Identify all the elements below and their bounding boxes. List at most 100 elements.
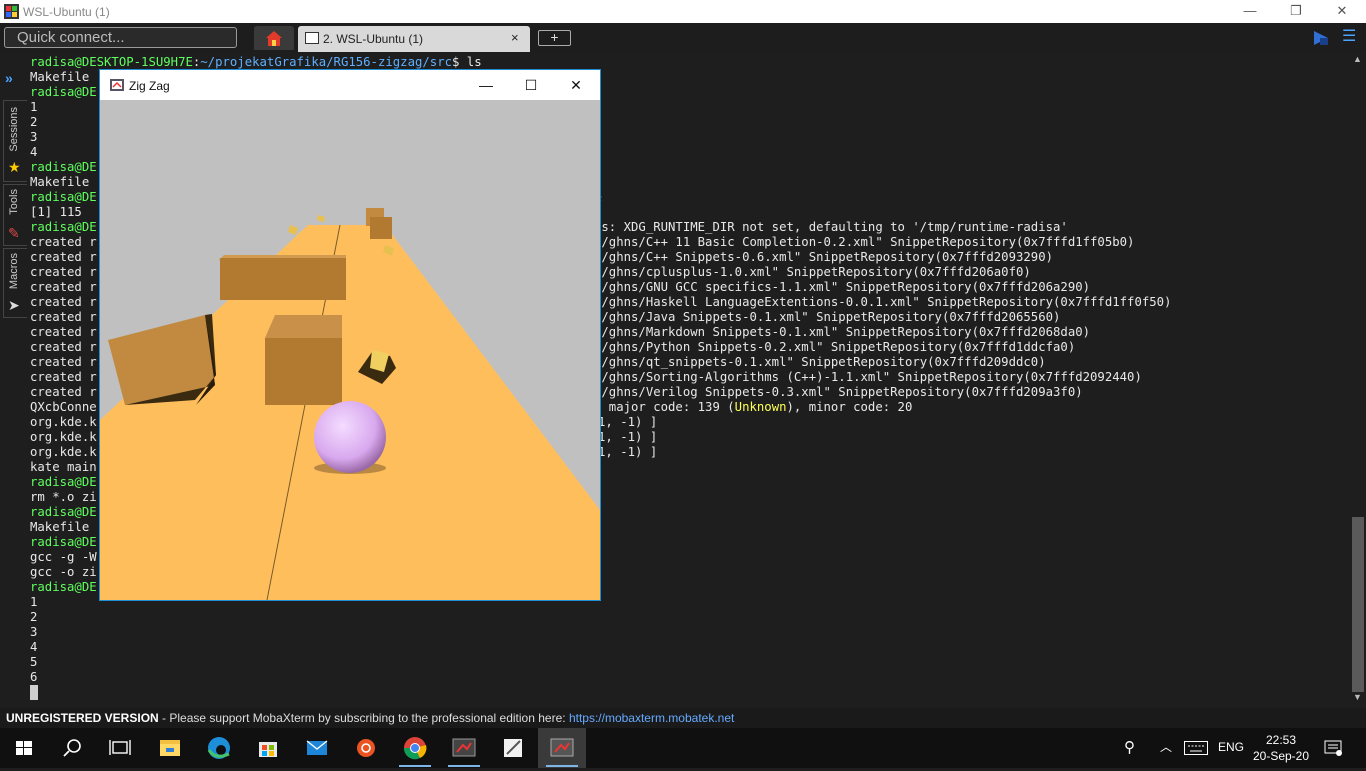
- taskbar-zigzag[interactable]: [538, 728, 586, 768]
- close-button[interactable]: ✕: [1319, 0, 1365, 23]
- game-canvas[interactable]: [100, 100, 600, 600]
- editor-icon: [504, 739, 522, 757]
- terminal-line: 5: [30, 655, 38, 669]
- unknown-label: Unknown: [734, 400, 787, 414]
- taskbar-edge[interactable]: [195, 728, 243, 768]
- terminal-cursor: _: [30, 685, 38, 700]
- clock-date: 20-Sep-20: [1252, 749, 1310, 763]
- chevron-up-icon[interactable]: ︿: [1160, 738, 1172, 755]
- sidebar-tab-label: Sessions: [8, 107, 20, 152]
- terminal-line: radisa@DE: [30, 220, 97, 234]
- terminal-icon: [305, 32, 319, 44]
- terminal-line: org.kde.k: [30, 445, 97, 459]
- taskbar-file-explorer[interactable]: [146, 728, 194, 768]
- terminal-line: radisa@DE: [30, 535, 97, 549]
- terminal-line: created r: [30, 355, 97, 369]
- scroll-down-icon[interactable]: ▼: [1353, 692, 1362, 702]
- taskbar-mobaxterm[interactable]: [440, 728, 488, 768]
- terminal-line: created r: [30, 340, 97, 354]
- terminal-line: 4: [30, 145, 38, 159]
- obstacle-box-top: [265, 315, 342, 338]
- terminal-line: s/ghns/cplusplus-1.0.xml" SnippetReposit…: [594, 265, 1031, 279]
- clock-time: 22:53: [1265, 733, 1297, 747]
- status-text: - Please support MobaXterm by subscribin…: [158, 711, 569, 725]
- terminal-line: created r: [30, 235, 97, 249]
- terminal-line: 1, -1) ]: [598, 430, 658, 444]
- mail-icon: [306, 740, 328, 755]
- terminal-line: radisa@DE: [30, 190, 97, 204]
- terminal-line: created r: [30, 280, 97, 294]
- terminal-line: ns: XDG_RUNTIME_DIR not set, defaulting …: [594, 220, 1068, 234]
- zigzag-minimize-button[interactable]: —: [464, 74, 508, 96]
- terminal-line: 1, -1) ]: [598, 445, 658, 459]
- sidebar-tab-tools[interactable]: Tools ✎: [3, 184, 27, 246]
- player-ball: [314, 401, 386, 473]
- terminal-line: 3: [30, 625, 38, 639]
- prompt-user: radisa@DESKTOP-1SU9H7E: [30, 55, 193, 69]
- terminal-line: 1: [30, 100, 38, 114]
- tab-home[interactable]: [254, 26, 294, 50]
- mobaxterm-icon: [4, 4, 19, 19]
- scrollbar-thumb[interactable]: [1352, 517, 1364, 692]
- new-tab-button[interactable]: +: [538, 30, 571, 46]
- terminal-line: 2: [30, 610, 38, 624]
- obstacle-box: [265, 338, 342, 405]
- terminal-line: 2: [30, 115, 38, 129]
- edge-icon: [207, 737, 230, 759]
- zigzag-close-button[interactable]: ✕: [554, 74, 598, 96]
- people-icon[interactable]: ⚲: [1124, 738, 1135, 756]
- tab-close-icon[interactable]: ×: [511, 30, 519, 45]
- terminal-scrollbar[interactable]: ▲ ▼: [1350, 52, 1366, 708]
- terminal-line: s/ghns/Markdown Snippets-0.1.xml" Snippe…: [594, 325, 1091, 339]
- taskbar-chrome[interactable]: [391, 728, 439, 768]
- notifications-icon[interactable]: [1324, 740, 1342, 756]
- terminal-line: created r: [30, 310, 97, 324]
- scroll-up-icon[interactable]: ▲: [1353, 54, 1362, 64]
- terminal-line: Makefile: [30, 520, 90, 534]
- sidebar-tab-sessions[interactable]: Sessions ★: [3, 100, 27, 182]
- taskbar-store[interactable]: [244, 728, 292, 768]
- terminal-line: s/ghns/qt_snippets-0.1.xml" SnippetRepos…: [594, 355, 1046, 369]
- terminal-line: Makefile: [30, 175, 90, 189]
- taskbar-ubuntu[interactable]: [342, 728, 390, 768]
- menu-icon[interactable]: ☰: [1342, 29, 1360, 47]
- task-view-button[interactable]: [96, 728, 144, 768]
- taskbar-text-editor[interactable]: [489, 728, 537, 768]
- expand-sidebar-icon[interactable]: »: [5, 70, 13, 86]
- terminal-line: s/ghns/Sorting-Algorithms (C++)-1.1.xml"…: [594, 370, 1142, 384]
- left-sidebar: » Sessions ★ Tools ✎ Macros ➤: [0, 52, 28, 708]
- zigzag-titlebar[interactable]: Zig Zag — ☐ ✕: [100, 70, 600, 100]
- unregistered-label: UNREGISTERED VERSION: [6, 711, 159, 725]
- prompt-path: ~/projekatGrafika/RG156-zigzag/src: [200, 55, 452, 69]
- terminal-line: created r: [30, 325, 97, 339]
- terminal-line: org.kde.k: [30, 430, 97, 444]
- sidebar-tab-label: Tools: [8, 189, 20, 215]
- sidebar-tab-macros[interactable]: Macros ➤: [3, 248, 27, 318]
- restore-button[interactable]: ❐: [1273, 0, 1319, 23]
- zigzag-title: Zig Zag: [129, 79, 170, 93]
- zigzag-window[interactable]: Zig Zag — ☐ ✕: [99, 69, 601, 601]
- minimize-button[interactable]: —: [1227, 0, 1273, 23]
- zigzag-maximize-button[interactable]: ☐: [509, 74, 553, 96]
- language-indicator[interactable]: ENG: [1218, 740, 1244, 754]
- quick-connect-input[interactable]: Quick connect...: [4, 27, 237, 48]
- ubuntu-icon: [357, 739, 375, 757]
- taskbar-mail[interactable]: [293, 728, 341, 768]
- tab-wsl-ubuntu[interactable]: 2. WSL-Ubuntu (1) ×: [298, 26, 530, 52]
- obstacle-box: [370, 217, 392, 239]
- windows-taskbar: ⚲ ︿ ENG 22:53 20-Sep-20: [0, 728, 1366, 768]
- macro-icon: ➤: [8, 297, 20, 313]
- x-server-icon[interactable]: [1312, 29, 1330, 47]
- xcb-error-text: , major code: 139 (: [594, 400, 735, 414]
- running-indicator: [546, 765, 578, 767]
- command-text: $ ls: [452, 55, 482, 69]
- start-button[interactable]: [0, 728, 48, 768]
- keyboard-icon[interactable]: [1184, 741, 1208, 755]
- terminal-line: radisa@DESKTOP-1SU9H7E:~/projekatGrafika…: [30, 55, 482, 69]
- search-button[interactable]: [48, 728, 96, 768]
- terminal-line: radisa@DE: [30, 85, 97, 99]
- mobaxterm-link[interactable]: https://mobaxterm.mobatek.net: [569, 711, 734, 725]
- clock[interactable]: 22:53 20-Sep-20: [1250, 732, 1312, 764]
- task-view-icon: [109, 740, 131, 755]
- terminal-line: [1] 115: [30, 205, 82, 219]
